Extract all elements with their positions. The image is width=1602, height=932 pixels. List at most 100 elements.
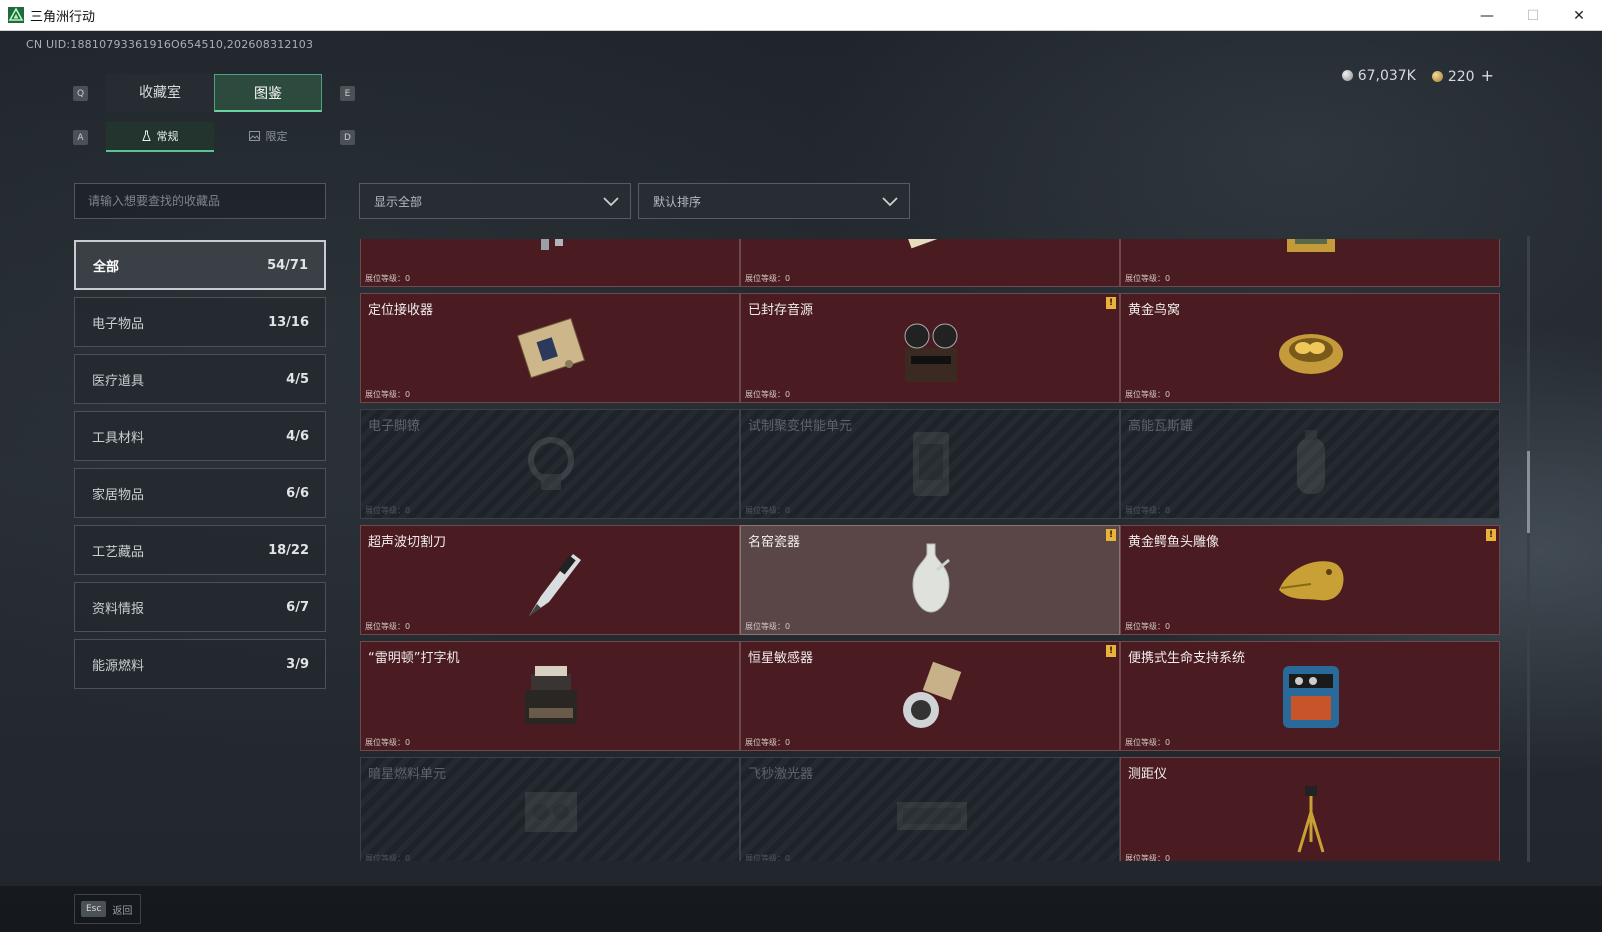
- sort-dropdown[interactable]: 默认排序: [638, 183, 910, 219]
- card-level: 展位等级：0: [1125, 622, 1171, 631]
- card-level: 展位等级：0: [1125, 854, 1171, 861]
- collection-card[interactable]: 名窑瓷器 展位等级：0!: [740, 525, 1120, 635]
- grid-scrollbar[interactable]: [1527, 236, 1530, 862]
- minimize-button[interactable]: —: [1464, 0, 1510, 31]
- add-currency-button[interactable]: +: [1481, 66, 1494, 85]
- collection-card[interactable]: 测距仪 展位等级：0: [1120, 757, 1500, 861]
- collection-card[interactable]: 飞秒激光器 展位等级：0: [740, 757, 1120, 861]
- card-level: 展位等级：0: [745, 506, 791, 515]
- collection-card[interactable]: 试制聚变供能单元展位等级：0: [740, 409, 1120, 519]
- category-name: 能源燃料: [92, 658, 145, 674]
- collection-card[interactable]: 黄金鸟窝展位等级：0: [1120, 293, 1500, 403]
- image-icon: [248, 131, 260, 141]
- card-name: 试制聚变供能单元: [748, 419, 853, 434]
- laser-icon: [897, 802, 967, 830]
- card-level: 展位等级：0: [365, 274, 411, 283]
- collection-card[interactable]: 展位等级：0: [360, 239, 740, 287]
- category-name: 电子物品: [92, 316, 145, 332]
- currency-bar: 67,037K 220 +: [1341, 66, 1494, 85]
- category-tools[interactable]: 工具材料 4/6: [74, 411, 326, 461]
- collection-card[interactable]: 已封存音源 展位等级：0!: [740, 293, 1120, 403]
- hotkey-d: D: [340, 130, 355, 145]
- chevron-down-icon: [603, 197, 619, 207]
- collection-card[interactable]: 高能瓦斯罐 展位等级：0: [1120, 409, 1500, 519]
- grid-scrollbar-thumb[interactable]: [1527, 451, 1530, 533]
- collection-card[interactable]: 电子脚镣 展位等级：0: [360, 409, 740, 519]
- card-name: 便携式生命支持系统: [1128, 651, 1246, 666]
- collection-card[interactable]: 展位等级：0: [1120, 239, 1500, 287]
- card-name: 恒星敏感器: [748, 651, 814, 666]
- category-count: 4/5: [286, 371, 309, 387]
- main-tabs: 收藏室 图鉴: [106, 74, 322, 112]
- category-medical[interactable]: 医疗道具 4/5: [74, 354, 326, 404]
- tab-regular-label: 常规: [156, 130, 179, 143]
- golden-nest-icon: [1279, 334, 1343, 374]
- back-button[interactable]: Esc 返回: [74, 894, 142, 924]
- card-level: 展位等级：0: [365, 854, 411, 861]
- game-viewport: CN UID:18810793361916O654510,20260831210…: [0, 31, 1602, 932]
- ultrasonic-knife-icon: [529, 554, 581, 616]
- maximize-button[interactable]: ☐: [1510, 0, 1556, 31]
- tab-limited-label: 限定: [265, 130, 288, 143]
- card-level: 展位等级：0: [365, 738, 411, 747]
- card-level: 展位等级：0: [745, 622, 791, 631]
- category-crafts[interactable]: 工艺藏品 18/22: [74, 525, 326, 575]
- collection-card[interactable]: 恒星敏感器 展位等级：0!: [740, 641, 1120, 751]
- category-all[interactable]: 全部 54/71: [74, 240, 326, 290]
- card-name: 定位接收器: [368, 303, 434, 318]
- category-name: 全部: [93, 259, 120, 275]
- painting-plate-icon: [897, 239, 965, 249]
- card-level: 展位等级：0: [365, 390, 411, 399]
- gold-currency[interactable]: 220 +: [1431, 66, 1494, 85]
- tab-catalog[interactable]: 图鉴: [214, 74, 322, 112]
- chevron-down-icon: [882, 197, 898, 207]
- window-title: 三角洲行动: [30, 9, 96, 25]
- gold-amount: 220: [1447, 69, 1475, 85]
- category-electronics[interactable]: 电子物品 13/16: [74, 297, 326, 347]
- canister-icon: [541, 239, 563, 250]
- category-count: 6/6: [286, 485, 309, 501]
- golden-croc-icon: [1279, 561, 1344, 601]
- category-household[interactable]: 家居物品 6/6: [74, 468, 326, 518]
- sort-dropdown-value: 默认排序: [653, 194, 702, 209]
- typewriter-icon: [525, 666, 577, 724]
- item-grid-viewport[interactable]: 展位等级：0 展位等级：0 展位等级：0 定位接收器 展位等级：0 已封存音源 展位等级：0…: [360, 239, 1520, 861]
- category-intel[interactable]: 资料情报 6/7: [74, 582, 326, 632]
- collection-card[interactable]: 超声波切割刀 展位等级：0: [360, 525, 740, 635]
- search-input[interactable]: [74, 183, 326, 219]
- card-name: 高能瓦斯罐: [1128, 419, 1194, 434]
- back-label: 返回: [112, 905, 133, 917]
- silver-amount: 67,037K: [1357, 67, 1416, 84]
- card-level: 展位等级：0: [365, 506, 411, 515]
- flask-icon: [141, 130, 151, 141]
- card-name: 超声波切割刀: [368, 535, 447, 550]
- fuel-unit-icon: [525, 792, 577, 832]
- collection-card[interactable]: 定位接收器展位等级：0: [360, 293, 740, 403]
- bottom-bar: [0, 886, 1602, 932]
- star-sensor-icon: [903, 661, 962, 728]
- silver-coin-icon: [1341, 69, 1353, 81]
- card-level: 展位等级：0: [1125, 738, 1171, 747]
- card-level: 展位等级：0: [745, 738, 791, 747]
- collection-card[interactable]: 便携式生命支持系统展位等级：0: [1120, 641, 1500, 751]
- card-name: 黄金鸟窝: [1128, 303, 1181, 318]
- card-name: 黄金鳄鱼头雕像: [1128, 535, 1220, 550]
- collection-card[interactable]: “雷明顿”打字机 展位等级：0: [360, 641, 740, 751]
- gas-tank-icon: [1297, 430, 1325, 494]
- category-energy[interactable]: 能源燃料 3/9: [74, 639, 326, 689]
- collection-card[interactable]: 暗星燃料单元 展位等级：0: [360, 757, 740, 861]
- category-count: 18/22: [268, 542, 309, 558]
- card-name: 飞秒激光器: [748, 767, 814, 782]
- card-level: 展位等级：0: [1125, 390, 1171, 399]
- tab-regular[interactable]: 常规: [106, 122, 214, 152]
- tab-collection-room[interactable]: 收藏室: [106, 74, 214, 112]
- porcelain-vase-icon: [912, 543, 950, 613]
- filter-dropdown[interactable]: 显示全部: [359, 183, 631, 219]
- collection-card[interactable]: 展位等级：0: [740, 239, 1120, 287]
- card-name: 名窑瓷器: [748, 535, 801, 550]
- close-button[interactable]: ✕: [1556, 0, 1602, 31]
- collection-card[interactable]: 黄金鳄鱼头雕像 展位等级：0!: [1120, 525, 1500, 635]
- tab-limited[interactable]: 限定: [214, 122, 322, 152]
- window-titlebar: 三角洲行动 — ☐ ✕: [0, 0, 1602, 31]
- category-count: 4/6: [286, 428, 309, 444]
